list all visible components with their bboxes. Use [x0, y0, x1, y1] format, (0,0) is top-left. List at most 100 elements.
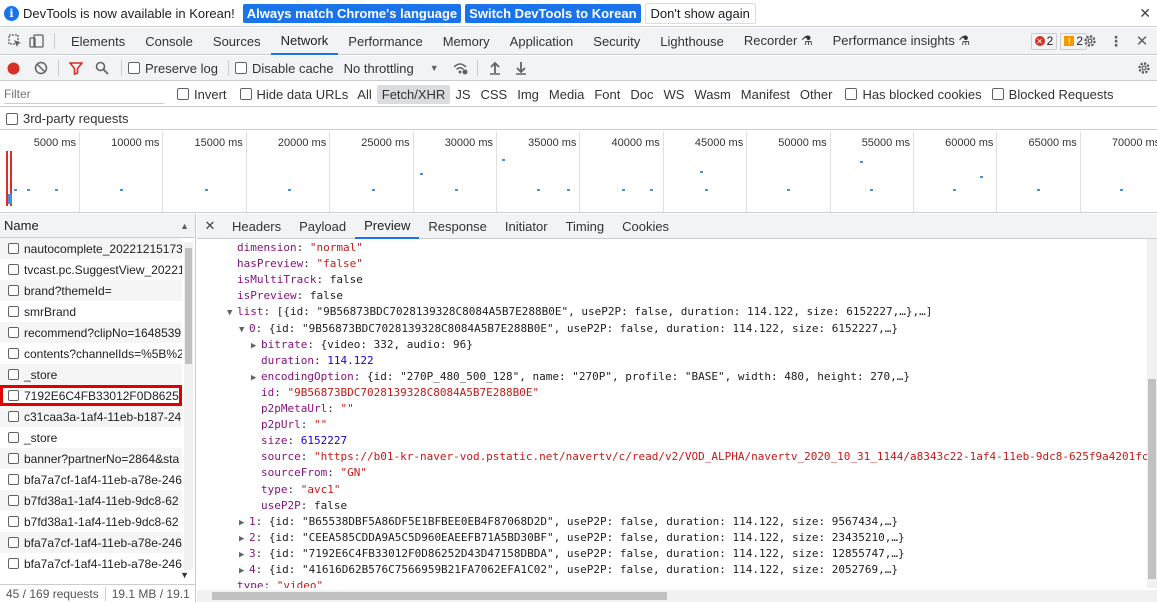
request-checkbox[interactable] [8, 474, 19, 485]
detail-tab-preview[interactable]: Preview [355, 214, 420, 239]
throttling-select[interactable]: No throttling [344, 61, 414, 76]
request-checkbox[interactable] [8, 516, 19, 527]
json-line[interactable]: ▶ 1: {id: "B65538DBF5A86DF5E1BFBEE0EB4F87… [239, 514, 898, 531]
settings-gear-icon[interactable] [1079, 30, 1101, 52]
export-har-icon[interactable] [510, 57, 532, 79]
horizontal-scrollbar-thumb[interactable] [212, 592, 667, 600]
request-checkbox[interactable] [8, 306, 19, 317]
request-checkbox[interactable] [8, 495, 19, 506]
request-checkbox[interactable] [8, 411, 19, 422]
json-line[interactable]: ▶ 3: {id: "7192E6C4FB33012F0D86252D43D471… [239, 546, 905, 563]
tab-performance-insights[interactable]: Performance insights ⚗ [823, 28, 980, 55]
preview-scrollbar-thumb[interactable] [1148, 379, 1156, 579]
request-row[interactable]: c31caa3a-1af4-11eb-b187-24 [0, 406, 182, 427]
json-line[interactable]: ▶ bitrate: {video: 332, audio: 96} [251, 337, 473, 354]
switch-to-korean-button[interactable]: Switch DevTools to Korean [465, 3, 641, 23]
expand-triangle-icon[interactable]: ▶ [251, 370, 261, 386]
network-conditions-icon[interactable] [449, 57, 471, 79]
filter-icon[interactable] [65, 57, 87, 79]
request-checkbox[interactable] [8, 558, 19, 569]
detail-tab-timing[interactable]: Timing [557, 214, 614, 239]
request-checkbox[interactable] [8, 327, 19, 338]
tab-performance[interactable]: Performance [338, 28, 432, 55]
json-line[interactable]: ▶ 4: {id: "41616D62B576C7566959B21FA7062E… [239, 562, 898, 579]
tab-application[interactable]: Application [500, 28, 584, 55]
request-row[interactable]: _store [0, 364, 182, 385]
request-row[interactable]: bfa7a7cf-1af4-11eb-a78e-246 [0, 469, 182, 490]
hide-data-urls-checkbox[interactable] [239, 88, 252, 100]
expand-triangle-icon[interactable]: ▼ [239, 322, 249, 338]
request-checkbox[interactable] [8, 369, 19, 380]
request-row[interactable]: b7fd38a1-1af4-11eb-9dc8-62 [0, 490, 182, 511]
request-row[interactable]: _store [0, 427, 182, 448]
filter-type-all[interactable]: All [352, 85, 376, 104]
record-icon[interactable] [2, 57, 24, 79]
request-checkbox[interactable] [8, 243, 19, 254]
import-har-icon[interactable] [484, 57, 506, 79]
tab-sources[interactable]: Sources [203, 28, 271, 55]
filter-type-js[interactable]: JS [450, 85, 475, 104]
error-badge[interactable]: ✕ 2 [1030, 32, 1058, 50]
json-line[interactable]: ▼ 0: {id: "9B56873BDC7028139328C8084A5B7E… [239, 321, 898, 338]
tab-recorder[interactable]: Recorder ⚗ [734, 28, 823, 55]
tab-lighthouse[interactable]: Lighthouse [650, 28, 734, 55]
third-party-checkbox[interactable] [6, 112, 18, 125]
disable-cache-checkbox[interactable] [234, 62, 247, 74]
detail-tab-response[interactable]: Response [419, 214, 496, 239]
json-line[interactable]: ▶ encodingOption: {id: "270P_480_500_128"… [251, 369, 910, 386]
network-overview-timeline[interactable]: 5000 ms 10000 ms 15000 ms 20000 ms 25000 ms 3… [0, 131, 1157, 213]
json-line[interactable]: ▼ list: [{id: "9B56873BDC7028139328C8084A… [227, 304, 932, 321]
request-row[interactable]: tvcast.pc.SuggestView_20221 [0, 259, 182, 280]
requests-scrollbar-thumb[interactable] [185, 248, 192, 364]
request-checkbox[interactable] [8, 348, 19, 359]
scroll-down-arrow-icon[interactable]: ▼ [180, 570, 189, 580]
inspect-element-icon[interactable] [4, 30, 26, 52]
close-devtools-icon[interactable]: ✕ [1131, 30, 1153, 52]
infobar-close-icon[interactable]: ✕ [1139, 5, 1151, 22]
scroll-up-arrow-icon[interactable]: ▲ [180, 221, 189, 231]
request-row[interactable]: banner?partnerNo=2864&sta [0, 448, 182, 469]
filter-type-manifest[interactable]: Manifest [736, 85, 795, 104]
request-row[interactable]: bfa7a7cf-1af4-11eb-a78e-246 [0, 532, 182, 553]
dont-show-again-button[interactable]: Don't show again [644, 2, 756, 24]
filter-type-other[interactable]: Other [795, 85, 838, 104]
request-row[interactable]: recommend?clipNo=1648539 [0, 322, 182, 343]
expand-triangle-icon[interactable]: ▶ [251, 338, 261, 354]
clear-icon[interactable] [30, 57, 52, 79]
expand-triangle-icon[interactable]: ▶ [239, 547, 249, 563]
preserve-log-checkbox[interactable] [128, 62, 140, 74]
detail-tab-headers[interactable]: Headers [223, 214, 290, 239]
blocked-requests-checkbox[interactable] [991, 88, 1004, 100]
filter-input[interactable] [4, 84, 164, 104]
device-toolbar-icon[interactable] [26, 30, 48, 52]
request-checkbox[interactable] [8, 453, 19, 464]
filter-type-fetch-xhr[interactable]: Fetch/XHR [376, 84, 451, 104]
filter-type-media[interactable]: Media [544, 85, 589, 104]
throttling-dropdown-icon[interactable]: ▼ [430, 63, 439, 73]
more-options-icon[interactable]: ⋮ [1105, 30, 1127, 52]
filter-type-doc[interactable]: Doc [625, 85, 658, 104]
search-icon[interactable] [91, 57, 113, 79]
filter-type-css[interactable]: CSS [476, 85, 513, 104]
filter-type-wasm[interactable]: Wasm [689, 85, 735, 104]
preview-vertical-scrollbar[interactable] [1147, 239, 1157, 588]
close-detail-icon[interactable]: ✕ [197, 218, 223, 234]
request-row[interactable]: 7192E6C4FB33012F0D86252D [0, 385, 182, 406]
name-column-header[interactable]: Name ▲ [0, 214, 195, 238]
filter-type-font[interactable]: Font [589, 85, 625, 104]
request-checkbox[interactable] [8, 390, 19, 401]
tab-network[interactable]: Network [270, 28, 339, 55]
tab-console[interactable]: Console [135, 28, 203, 55]
request-checkbox[interactable] [8, 537, 19, 548]
json-line[interactable]: ▶ 2: {id: "CEEA585CDDA9A5C5D960EAEEFB71A5… [239, 530, 905, 547]
request-row[interactable]: bfa7a7cf-1af4-11eb-a78e-246 [0, 553, 182, 574]
expand-triangle-icon[interactable]: ▼ [227, 305, 237, 321]
expand-triangle-icon[interactable]: ▶ [239, 515, 249, 531]
detail-tab-initiator[interactable]: Initiator [496, 214, 557, 239]
detail-tab-payload[interactable]: Payload [290, 214, 355, 239]
invert-checkbox[interactable] [177, 88, 189, 100]
request-row[interactable]: smrBrand [0, 301, 182, 322]
request-checkbox[interactable] [8, 432, 19, 443]
request-row[interactable]: contents?channelIds=%5B%2 [0, 343, 182, 364]
filter-type-ws[interactable]: WS [658, 85, 689, 104]
